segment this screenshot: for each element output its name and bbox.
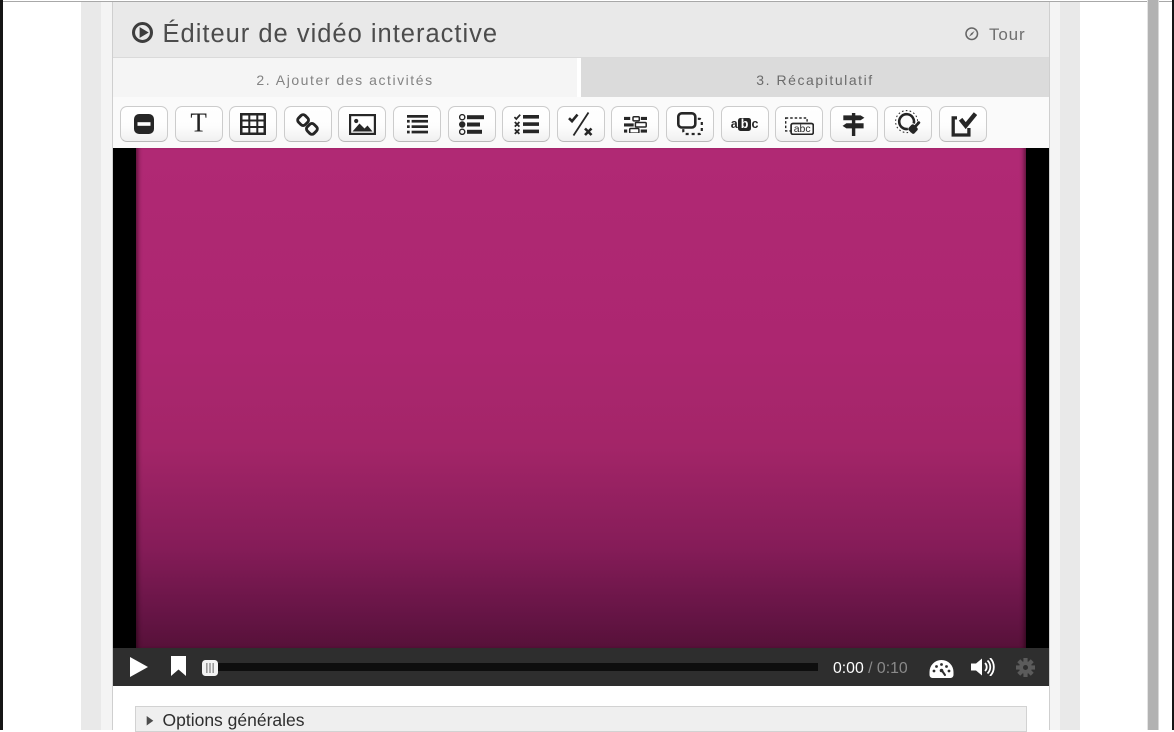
svg-text:abc: abc xyxy=(793,123,810,135)
